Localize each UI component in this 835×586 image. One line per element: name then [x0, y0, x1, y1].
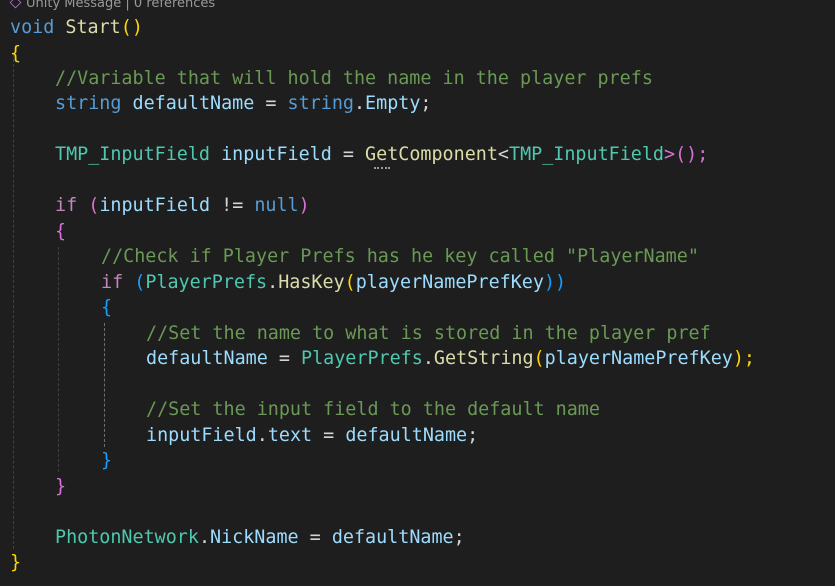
- code-line-9: {: [55, 219, 66, 244]
- method-call: GetString: [433, 348, 534, 369]
- variable: inputField: [221, 144, 332, 165]
- paren: (): [120, 17, 143, 38]
- variable: playerNamePrefKey: [544, 348, 733, 369]
- semicolon: ;: [453, 527, 465, 548]
- code-line-11: if (PlayerPrefs.HasKey(playerNamePrefKey…: [101, 270, 566, 295]
- comment: //Variable that will hold the name in th…: [55, 68, 653, 89]
- codelens-references[interactable]: Unity Message | 0 references: [9, 0, 216, 12]
- variable: playerNamePrefKey: [355, 272, 544, 293]
- semicolon: ;: [467, 425, 479, 446]
- method-call: HasKey: [278, 272, 345, 293]
- dot: .: [256, 425, 268, 446]
- code-line-21: PhotonNetwork.NickName = defaultName;: [55, 525, 465, 550]
- close-brace: }: [10, 552, 22, 573]
- operator: =: [254, 93, 288, 114]
- variable: defaultName: [345, 425, 468, 446]
- code-line-13: //Set the name to what is stored in the …: [146, 321, 711, 346]
- paren: (: [344, 272, 356, 293]
- variable: defaultName: [331, 527, 454, 548]
- close-brace: }: [101, 450, 113, 471]
- comment: //Set the input field to the default nam…: [146, 399, 600, 420]
- code-line-18: }: [101, 448, 112, 473]
- keyword-void: void: [10, 17, 55, 38]
- paren: )): [543, 272, 567, 293]
- comment: //Set the name to what is stored in the …: [146, 323, 711, 344]
- code-line-4: string defaultName = string.Empty;: [55, 91, 432, 116]
- code-line-16: //Set the input field to the default nam…: [146, 397, 600, 422]
- dot: .: [422, 348, 434, 369]
- operator: =: [267, 348, 302, 369]
- unity-message-icon: [9, 0, 22, 9]
- code-line-8: if (inputField != null): [55, 193, 310, 218]
- operator: =: [312, 425, 346, 446]
- paren: );: [732, 348, 756, 369]
- paren: ): [298, 195, 310, 216]
- operator: !=: [210, 195, 255, 216]
- open-brace: {: [55, 221, 67, 242]
- method-call: GetComponent: [365, 144, 498, 165]
- type-name: PlayerPrefs: [145, 272, 268, 293]
- angle-paren: >();: [664, 144, 709, 165]
- suggestion-dots: [374, 164, 390, 169]
- variable: inputField: [146, 425, 257, 446]
- paren: (: [77, 195, 100, 216]
- dot: .: [353, 93, 366, 114]
- close-brace: }: [55, 476, 67, 497]
- code-line-17: inputField.text = defaultName;: [146, 423, 478, 448]
- dot: .: [198, 527, 211, 548]
- type-name: TMP_InputField: [55, 144, 211, 165]
- code-line-12: {: [101, 295, 112, 320]
- variable: defaultName: [146, 348, 268, 369]
- variable: defaultName: [132, 93, 255, 114]
- indent-guide: [13, 54, 14, 549]
- variable: inputField: [99, 195, 211, 216]
- angle: <: [497, 144, 509, 165]
- code-line-19: }: [55, 474, 66, 499]
- keyword-string: string: [287, 93, 354, 114]
- indent-guide: [58, 247, 59, 472]
- keyword-null: null: [254, 195, 299, 216]
- member: Empty: [365, 93, 421, 114]
- member: text: [267, 425, 313, 446]
- type-name: PlayerPrefs: [301, 348, 423, 369]
- paren: (: [533, 348, 545, 369]
- code-line-3: //Variable that will hold the name in th…: [55, 66, 653, 91]
- dot: .: [267, 272, 279, 293]
- keyword-if: if: [101, 272, 124, 293]
- code-line-22: }: [10, 550, 21, 575]
- code-editor[interactable]: Unity Message | 0 references void Start(…: [0, 0, 835, 586]
- member: NickName: [210, 527, 299, 548]
- type-name: PhotonNetwork: [55, 527, 199, 548]
- operator: =: [298, 527, 332, 548]
- code-line-1: void Start(): [10, 15, 143, 40]
- paren: (: [123, 272, 146, 293]
- code-line-2: {: [10, 41, 21, 66]
- open-brace: {: [10, 43, 22, 64]
- keyword-string: string: [55, 93, 122, 114]
- keyword-if: if: [55, 195, 78, 216]
- comment: //Check if Player Prefs has he key calle…: [101, 246, 699, 267]
- codelens-text: Unity Message | 0 references: [26, 0, 216, 11]
- code-line-10: //Check if Player Prefs has he key calle…: [101, 244, 699, 269]
- method-name: Start: [65, 17, 121, 38]
- type-name: TMP_InputField: [509, 144, 665, 165]
- semicolon: ;: [420, 93, 432, 114]
- indent-guide: [104, 323, 105, 447]
- code-line-14: defaultName = PlayerPrefs.GetString(play…: [146, 346, 755, 371]
- operator: =: [331, 144, 366, 165]
- open-brace: {: [101, 297, 113, 318]
